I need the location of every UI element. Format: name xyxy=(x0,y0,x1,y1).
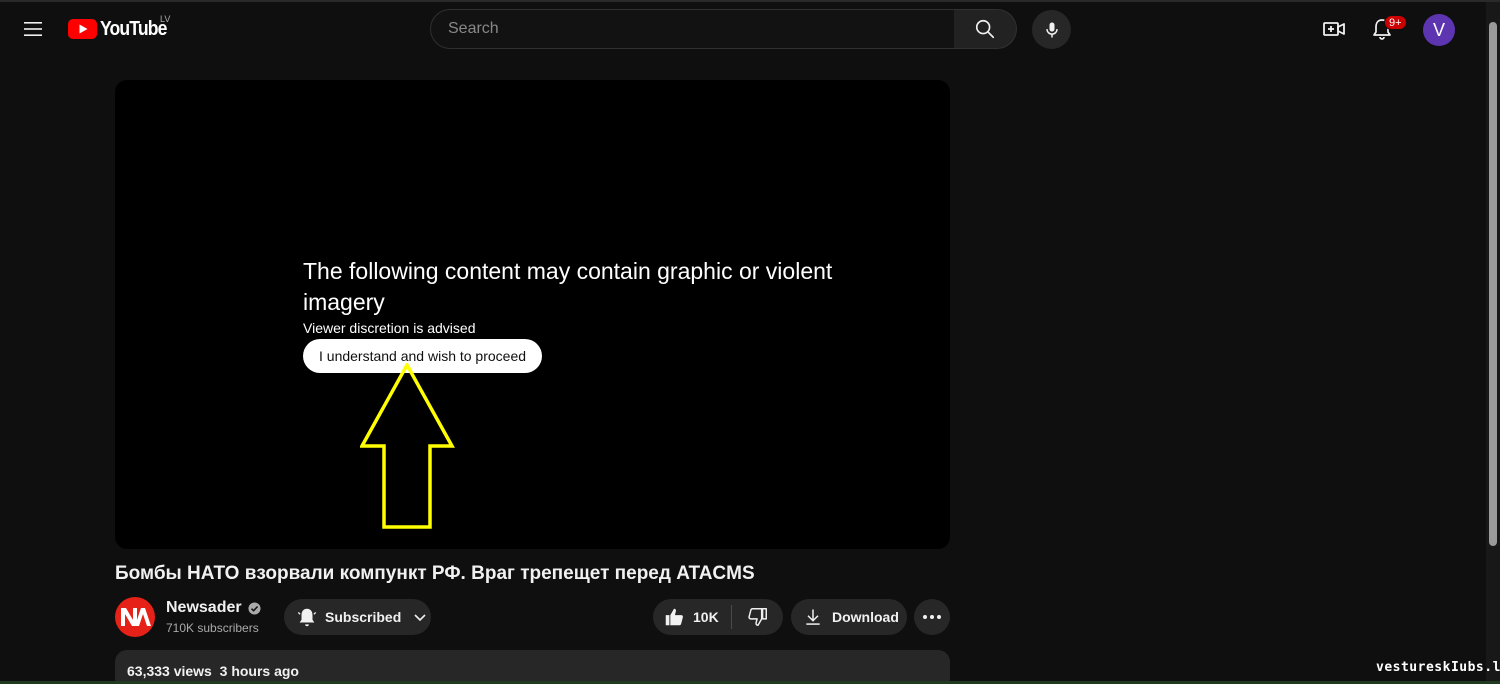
logo-wordmark: YouTube xyxy=(100,17,167,40)
like-button[interactable]: 10K xyxy=(653,599,731,635)
more-horizontal-icon xyxy=(923,615,941,619)
subscriber-count: 710K subscribers xyxy=(166,621,259,635)
scrollbar-thumb[interactable] xyxy=(1489,22,1497,546)
yellow-arrow-up-icon xyxy=(360,363,455,529)
account-avatar[interactable]: V xyxy=(1423,14,1455,46)
content-warning-subtitle: Viewer discretion is advised xyxy=(303,320,476,336)
download-button[interactable]: Download xyxy=(791,599,907,635)
search-button[interactable] xyxy=(954,9,1017,49)
chevron-down-icon xyxy=(414,614,426,622)
create-button[interactable] xyxy=(1318,13,1350,45)
more-actions-button[interactable] xyxy=(914,599,950,635)
hamburger-menu-icon xyxy=(24,22,42,36)
masthead: YouTube LV Search 9+ V xyxy=(0,2,1486,56)
search-icon xyxy=(975,19,995,39)
view-count: 63,333 views xyxy=(127,663,212,679)
video-camera-plus-icon xyxy=(1323,22,1345,36)
youtube-play-logo-icon xyxy=(68,19,97,39)
channel-name-link[interactable]: Newsader xyxy=(166,599,261,617)
verified-badge-icon xyxy=(248,601,261,615)
subscribed-button[interactable]: Subscribed xyxy=(284,599,431,635)
channel-logo-icon xyxy=(121,608,151,626)
description-box[interactable]: 63,333 views 3 hours ago xyxy=(115,650,950,684)
watermark-text: vestureskIubs.lv xyxy=(1376,660,1500,675)
search-input[interactable] xyxy=(446,19,954,39)
guide-menu-button[interactable] xyxy=(17,13,49,45)
search-box xyxy=(430,9,955,49)
page-scrollbar[interactable] xyxy=(1486,2,1500,684)
microphone-icon xyxy=(1045,22,1058,37)
youtube-watch-page: YouTube LV Search 9+ V The following con… xyxy=(0,0,1500,684)
channel-name: Newsader xyxy=(166,599,242,616)
content-warning-title: The following content may contain graphi… xyxy=(303,258,833,315)
notification-count-badge: 9+ xyxy=(1384,15,1407,30)
bell-filled-icon xyxy=(297,608,317,627)
channel-avatar[interactable] xyxy=(115,597,155,637)
upload-time: 3 hours ago xyxy=(219,663,299,679)
video-meta: 63,333 views 3 hours ago xyxy=(127,663,299,679)
download-label: Download xyxy=(832,609,899,625)
like-dislike-group: 10K xyxy=(653,599,783,635)
country-code: LV xyxy=(160,14,171,24)
dislike-button[interactable] xyxy=(732,599,783,635)
download-icon xyxy=(806,609,820,625)
thumbs-up-icon xyxy=(665,608,683,626)
thumbs-down-icon xyxy=(747,608,767,626)
video-title: Бомбы НАТО взорвали компункт РФ. Враг тр… xyxy=(115,563,755,584)
like-count: 10K xyxy=(693,609,719,625)
subscribed-label: Subscribed xyxy=(325,609,402,625)
video-player[interactable]: The following content may contain graphi… xyxy=(115,80,950,549)
voice-search-button[interactable] xyxy=(1032,10,1071,49)
